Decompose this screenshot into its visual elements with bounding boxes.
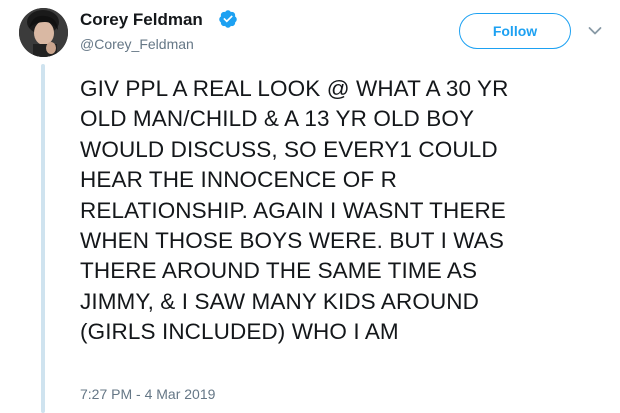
- user-avatar-photo-icon: [19, 8, 68, 57]
- tweet-text-line: THERE AROUND THE SAME TIME AS: [80, 258, 478, 284]
- follow-button[interactable]: Follow: [459, 13, 571, 49]
- tweet-text-line: WHEN THOSE BOYS WERE. BUT I WAS: [80, 228, 504, 254]
- tweet-text-line: OLD MAN/CHILD & A 13 YR OLD BOY: [80, 106, 475, 132]
- tweet-text-line: HEAR THE INNOCENCE OF R: [80, 167, 397, 193]
- tweet-text-line: JIMMY, & I SAW MANY KIDS AROUND: [80, 288, 480, 314]
- chevron-down-icon[interactable]: [588, 26, 602, 36]
- tweet-text-line: (GIRLS INCLUDED) WHO I AM: [80, 319, 399, 345]
- verified-badge-icon: [219, 10, 237, 28]
- display-name[interactable]: Corey Feldman: [80, 10, 203, 30]
- tweet-text: GIV PPL A REAL LOOK @ WHAT A 30 YR OLD M…: [80, 74, 610, 348]
- user-handle[interactable]: @Corey_Feldman: [80, 36, 194, 52]
- tweet-timestamp[interactable]: 7:27 PM - 4 Mar 2019: [80, 386, 215, 402]
- tweet-text-line: GIV PPL A REAL LOOK @ WHAT A 30 YR: [80, 76, 509, 101]
- tweet-text-line: RELATIONSHIP. AGAIN I WASNT THERE: [80, 197, 506, 223]
- avatar[interactable]: [19, 8, 68, 57]
- tweet-text-line: WOULD DISCUSS, SO EVERY1 COULD: [80, 136, 498, 162]
- thread-connector-line: [41, 64, 45, 413]
